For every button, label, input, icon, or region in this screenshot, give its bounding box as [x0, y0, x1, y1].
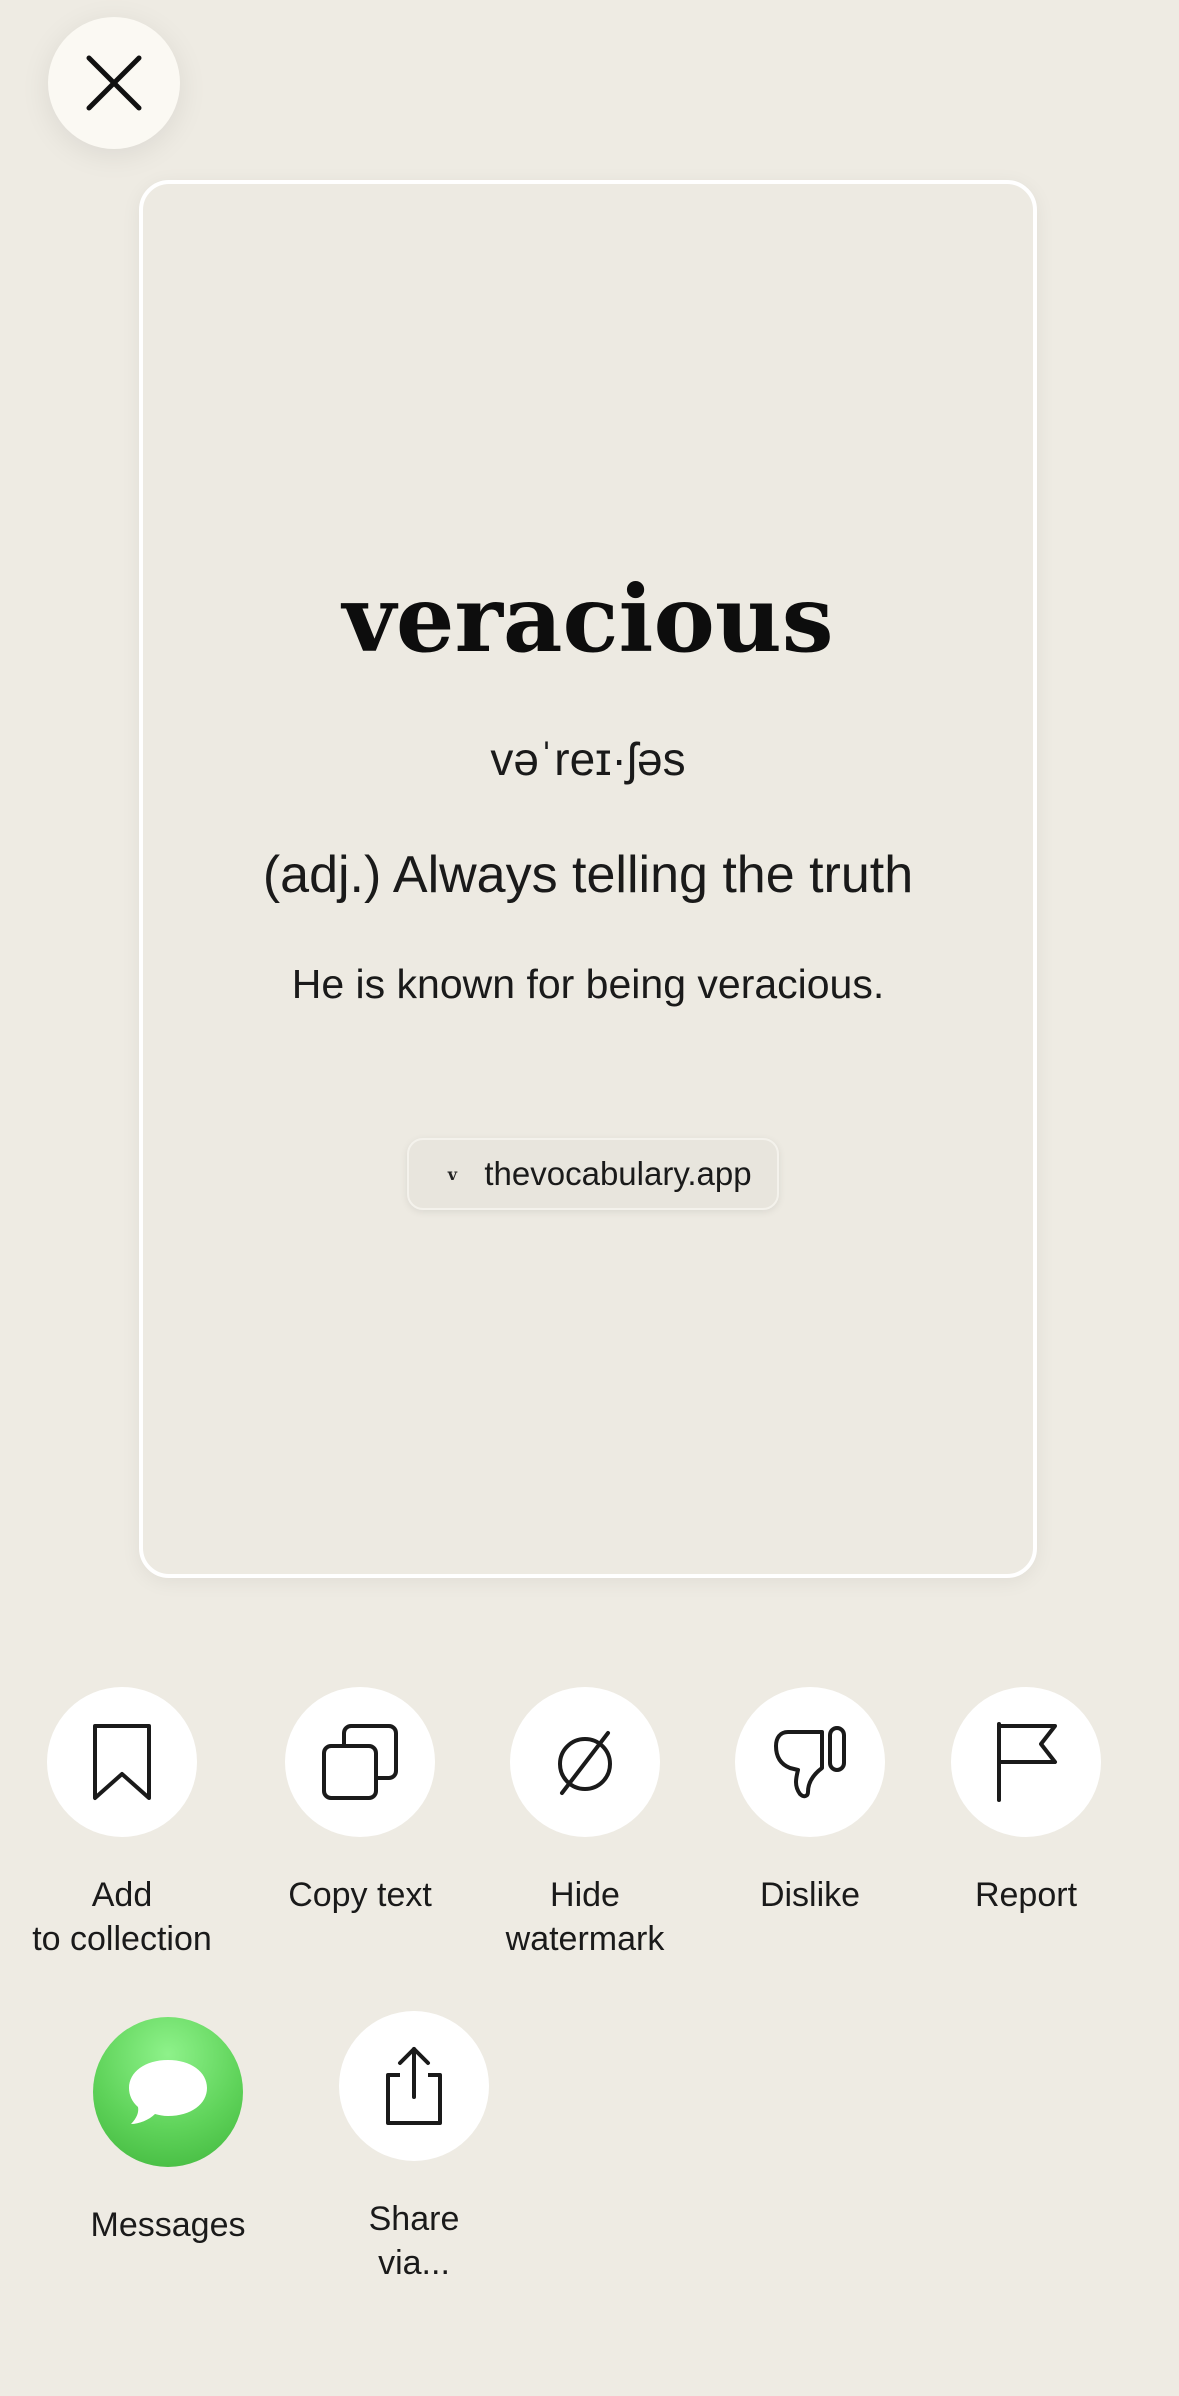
example-sentence: He is known for being veracious.	[291, 961, 885, 1007]
hide-watermark-circle	[510, 1687, 660, 1837]
hide-watermark-button[interactable]: Hide watermark	[465, 1687, 705, 1961]
add-to-collection-circle	[47, 1687, 197, 1837]
add-to-collection-button[interactable]: Add to collection	[2, 1687, 242, 1961]
add-to-collection-label: Add to collection	[32, 1876, 212, 1958]
dislike-button[interactable]: Dislike	[690, 1687, 930, 1917]
thumbs-down-icon	[774, 1726, 846, 1799]
close-button[interactable]	[48, 17, 180, 149]
copy-text-label: Copy text	[288, 1876, 432, 1914]
watermark-badge: v thevocabulary.app	[407, 1138, 779, 1210]
flag-icon	[997, 1722, 1057, 1802]
report-button[interactable]: Report	[906, 1687, 1146, 1917]
bookmark-icon	[93, 1724, 151, 1800]
messages-label: Messages	[90, 2206, 246, 2244]
word-title: veracious	[342, 565, 834, 673]
close-icon	[86, 55, 142, 111]
copy-icon	[322, 1724, 398, 1800]
report-circle	[951, 1687, 1101, 1837]
share-via-label: Share via...	[368, 2200, 460, 2282]
app-logo-icon: v	[434, 1156, 471, 1192]
copy-text-button[interactable]: Copy text	[240, 1687, 480, 1917]
hide-watermark-icon	[558, 1731, 612, 1795]
copy-text-circle	[285, 1687, 435, 1837]
dislike-circle	[735, 1687, 885, 1837]
definition: (adj.) Always telling the truth	[262, 846, 914, 904]
report-label: Report	[974, 1876, 1078, 1914]
messages-icon	[129, 2060, 207, 2124]
share-icon	[386, 2047, 442, 2125]
share-via-button[interactable]: Share via...	[294, 2011, 534, 2285]
pronunciation: vəˈreɪ·ʃəs	[490, 733, 686, 785]
watermark-text: thevocabulary.app	[484, 1155, 752, 1192]
messages-button[interactable]: Messages	[48, 2017, 288, 2247]
word-card: veracious vəˈreɪ·ʃəs (adj.) Always telli…	[139, 180, 1037, 1578]
messages-circle	[93, 2017, 243, 2167]
hide-watermark-label: Hide watermark	[505, 1876, 665, 1958]
dislike-label: Dislike	[759, 1876, 861, 1914]
share-via-circle	[339, 2011, 489, 2161]
